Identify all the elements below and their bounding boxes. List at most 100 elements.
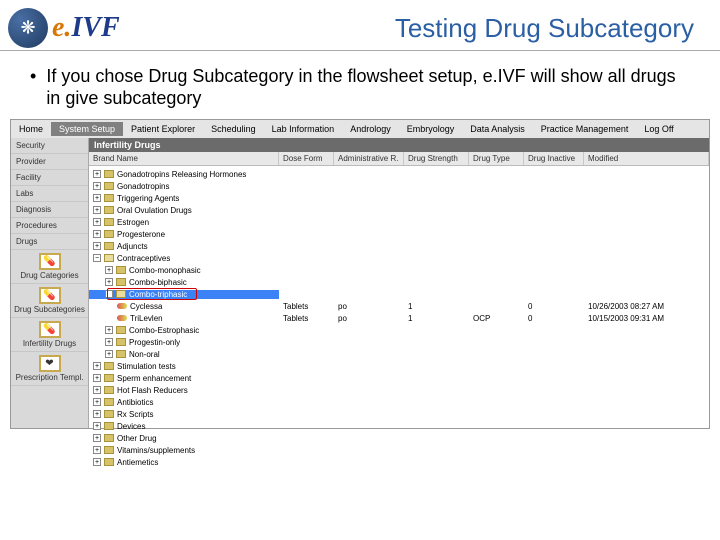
plus-icon[interactable]: + <box>105 338 113 346</box>
sidebar-item-prescription-templates[interactable]: ❤ Prescription Templ. <box>11 352 88 386</box>
col-drug-strength[interactable]: Drug Strength <box>404 152 469 165</box>
menu-andrology[interactable]: Andrology <box>342 122 399 136</box>
col-dose-form[interactable]: Dose Form <box>279 152 334 165</box>
tree-row[interactable]: +Estrogen <box>89 216 709 228</box>
plus-icon[interactable]: + <box>93 242 101 250</box>
plus-icon[interactable]: + <box>105 326 113 334</box>
tree-row[interactable]: +Sperm enhancement <box>89 372 709 384</box>
tree-row[interactable]: +Rx Scripts <box>89 408 709 420</box>
tree-row[interactable]: + Progestin-only <box>89 336 709 348</box>
plus-icon[interactable]: + <box>93 446 101 454</box>
tree-row[interactable]: +Oral Ovulation Drugs <box>89 204 709 216</box>
sidebar-item-facility[interactable]: Facility <box>11 170 88 186</box>
pill-icon <box>117 303 127 309</box>
menu-system-setup[interactable]: System Setup <box>51 122 123 136</box>
drug-row[interactable]: TriLevlen Tablets po 1 OCP 0 10/15/2003 … <box>89 312 709 324</box>
plus-icon[interactable]: + <box>93 410 101 418</box>
tree-node-label: Hot Flash Reducers <box>117 386 188 395</box>
tree-row[interactable]: +Combo-Estrophasic <box>89 324 709 336</box>
menu-patient-explorer[interactable]: Patient Explorer <box>123 122 203 136</box>
cell-drug-inactive: 0 <box>524 302 584 311</box>
plus-icon[interactable]: + <box>93 422 101 430</box>
plus-icon[interactable]: + <box>105 278 113 286</box>
tree-row[interactable]: + Hot Flash Reducers <box>89 384 709 396</box>
sidebar-item-drug-subcategories[interactable]: 💊 Drug Subcategories <box>11 284 88 318</box>
minus-icon[interactable]: − <box>93 254 101 262</box>
plus-icon[interactable]: + <box>93 206 101 214</box>
sidebar-item-security[interactable]: Security <box>11 138 88 154</box>
tree-node-label: Gonadotropins Releasing Hormones <box>117 170 246 179</box>
col-drug-type[interactable]: Drug Type <box>469 152 524 165</box>
plus-icon[interactable]: + <box>93 182 101 190</box>
plus-icon[interactable]: + <box>93 362 101 370</box>
tree-row[interactable]: +Combo-monophasic <box>89 264 709 276</box>
cell-drug-inactive: 0 <box>524 314 584 323</box>
tree-node-label: Other Drug <box>117 434 157 443</box>
logo-text: e.IVF <box>52 12 120 44</box>
col-drug-inactive[interactable]: Drug Inactive <box>524 152 584 165</box>
plus-icon[interactable]: + <box>93 218 101 226</box>
sidebar-item-drug-categories[interactable]: 💊 Drug Categories <box>11 250 88 284</box>
tree-node-label: Combo-biphasic <box>129 278 187 287</box>
tree-row[interactable]: +Stimulation tests <box>89 360 709 372</box>
folder-open-icon <box>104 254 114 262</box>
sidebar-item-drugs[interactable]: Drugs <box>11 234 88 250</box>
plus-icon[interactable]: + <box>93 434 101 442</box>
tree-row[interactable]: +Gonadotropins <box>89 180 709 192</box>
col-admin-route[interactable]: Administrative R. <box>334 152 404 165</box>
sidebar-item-infertility-drugs[interactable]: 💊 Infertility Drugs <box>11 318 88 352</box>
cell-modified: 10/26/2003 08:27 AM <box>584 302 709 311</box>
plus-icon[interactable]: + <box>93 170 101 178</box>
tree-row[interactable]: +Antibiotics <box>89 396 709 408</box>
tree-row[interactable]: +Devices <box>89 420 709 432</box>
logo-ivf: IVF <box>71 12 119 43</box>
app-window: Home System Setup Patient Explorer Sched… <box>10 119 710 429</box>
tree-node-label: Progestin-only <box>129 338 180 347</box>
tree-row[interactable]: + Combo-biphasic <box>89 276 709 288</box>
tree-row[interactable]: + Other Drug <box>89 432 709 444</box>
plus-icon[interactable]: + <box>93 398 101 406</box>
tree-row-contraceptives[interactable]: −Contraceptives <box>89 252 709 264</box>
minus-icon[interactable]: − <box>105 290 113 298</box>
menu-home[interactable]: Home <box>11 122 51 136</box>
menu-practice-management[interactable]: Practice Management <box>533 122 637 136</box>
tree-row[interactable]: + Gonadotropins Releasing Hormones <box>89 168 709 180</box>
menu-lab-information[interactable]: Lab Information <box>264 122 343 136</box>
plus-icon[interactable]: + <box>93 194 101 202</box>
tree-row[interactable]: +Triggering Agents <box>89 192 709 204</box>
pill-icon: 💊 <box>39 253 61 270</box>
pill-icon: 💊 <box>39 321 61 338</box>
tree-row[interactable]: +Antiemetics <box>89 456 709 468</box>
tree-row[interactable]: +Non-oral <box>89 348 709 360</box>
tree-node-label: Vitamins/supplements <box>117 446 195 455</box>
menu-log-off[interactable]: Log Off <box>636 122 681 136</box>
plus-icon[interactable]: + <box>93 230 101 238</box>
cell-drug-type: OCP <box>469 314 524 323</box>
plus-icon[interactable]: + <box>93 458 101 466</box>
bullet-text: If you chose Drug Subcategory in the flo… <box>46 65 690 109</box>
sidebar-item-procedures[interactable]: Procedures <box>11 218 88 234</box>
plus-icon[interactable]: + <box>93 374 101 382</box>
tree-row[interactable]: +Progesterone <box>89 228 709 240</box>
folder-icon <box>104 218 114 226</box>
tree-row-combo-triphasic[interactable]: −Combo-triphasic <box>89 288 709 300</box>
menu-embryology[interactable]: Embryology <box>399 122 463 136</box>
plus-icon[interactable]: + <box>105 350 113 358</box>
menu-data-analysis[interactable]: Data Analysis <box>462 122 533 136</box>
slide-header: e.IVF Testing Drug Subcategory <box>0 0 720 51</box>
col-brand-name[interactable]: Brand Name <box>89 152 279 165</box>
plus-icon[interactable]: + <box>105 266 113 274</box>
tree-row[interactable]: +Adjuncts <box>89 240 709 252</box>
sidebar-item-provider[interactable]: Provider <box>11 154 88 170</box>
plus-icon[interactable]: + <box>93 386 101 394</box>
tree-row[interactable]: + Vitamins/supplements <box>89 444 709 456</box>
folder-icon <box>104 230 114 238</box>
drug-row[interactable]: Cyclessa Tablets po 1 0 10/26/2003 08:27… <box>89 300 709 312</box>
sidebar-item-diagnosis[interactable]: Diagnosis <box>11 202 88 218</box>
menu-scheduling[interactable]: Scheduling <box>203 122 264 136</box>
sidebar-item-label: Drug Subcategories <box>14 305 85 314</box>
sidebar-item-labs[interactable]: Labs <box>11 186 88 202</box>
col-modified[interactable]: Modified <box>584 152 709 165</box>
folder-icon <box>116 338 126 346</box>
cell-drug-strength: 1 <box>404 302 469 311</box>
